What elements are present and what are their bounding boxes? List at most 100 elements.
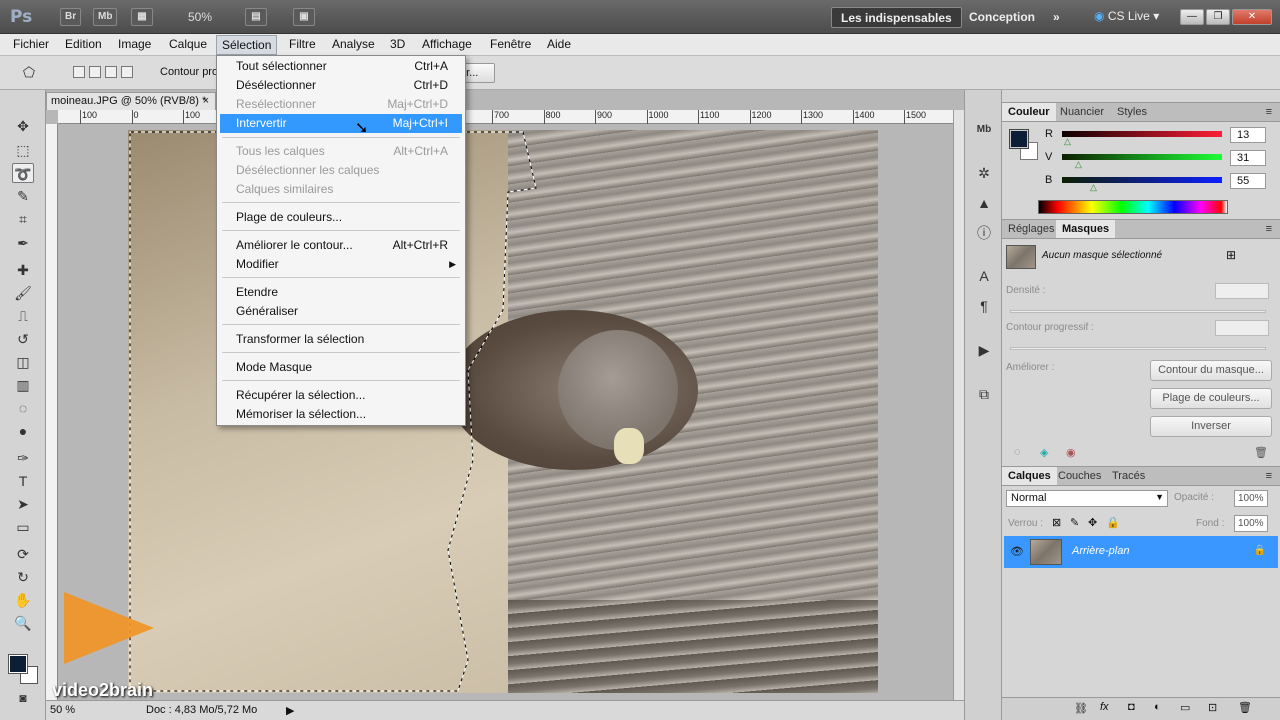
status-arrow-icon[interactable]: ▶ <box>286 704 294 717</box>
close-button[interactable]: ✕ <box>1232 9 1272 25</box>
eraser-tool-icon[interactable]: ◫ <box>12 352 34 372</box>
fill-value[interactable]: 100% <box>1234 515 1268 532</box>
hand-tool-icon[interactable]: ✋ <box>12 590 34 610</box>
menu-item-memoriser-selection[interactable]: Mémoriser la sélection... <box>220 405 462 424</box>
blur-tool-icon[interactable]: ◌ <box>12 398 34 418</box>
menu-item-ameliorer-contour[interactable]: Améliorer le contour... Alt+Ctrl+R <box>220 236 462 255</box>
3d-orbit-tool-icon[interactable]: ↻ <box>12 567 34 587</box>
gradient-tool-icon[interactable]: ▥ <box>12 375 34 395</box>
paragraph-panel-icon[interactable]: ¶ <box>973 296 995 316</box>
histogram-panel-icon[interactable]: ▲ <box>973 193 995 213</box>
lock-all-icon[interactable]: 🔒 <box>1106 516 1120 529</box>
arrange-documents-icon[interactable]: ▤ <box>245 8 267 26</box>
tab-couches[interactable]: Couches <box>1054 470 1105 482</box>
red-value[interactable]: 13 <box>1230 127 1266 143</box>
pen-tool-icon[interactable]: ✑ <box>12 448 34 468</box>
layer-style-icon[interactable]: fx <box>1100 701 1109 713</box>
menu-filtre[interactable]: Filtre <box>289 37 316 51</box>
shape-tool-icon[interactable]: ▭ <box>12 517 34 537</box>
document-tab[interactable]: moineau.JPG @ 50% (RVB/8) * × <box>46 92 216 110</box>
menu-item-deselectionner[interactable]: Désélectionner Ctrl+D <box>220 76 462 95</box>
menu-item-tout-selectionner[interactable]: Tout sélectionner Ctrl+A <box>220 57 462 76</box>
red-slider-thumb-icon[interactable]: △ <box>1064 136 1071 147</box>
eyedropper-tool-icon[interactable]: ✒ <box>12 233 34 253</box>
view-extras-icon[interactable]: ▦ <box>131 8 153 26</box>
add-mask-icon[interactable]: ⊞ <box>1226 248 1236 262</box>
densite-slider[interactable] <box>1010 310 1266 313</box>
close-document-icon[interactable]: × <box>203 95 209 107</box>
add-selection-icon[interactable] <box>89 66 101 78</box>
menu-edition[interactable]: Edition <box>65 37 102 51</box>
menu-3d[interactable]: 3D <box>390 37 405 51</box>
minimize-button[interactable]: — <box>1180 9 1204 25</box>
brush-tool-icon[interactable]: 🖌 <box>12 283 34 303</box>
visibility-eye-icon[interactable]: 👁 <box>1010 545 1024 558</box>
workspace-conception[interactable]: Conception <box>960 7 1044 28</box>
crop-tool-icon[interactable]: ⌗ <box>12 209 34 229</box>
color-spectrum[interactable] <box>1038 200 1228 214</box>
screen-mode-icon[interactable]: ▣ <box>293 8 315 26</box>
menu-item-reselectionner[interactable]: Resélectionner Maj+Ctrl+D <box>220 95 462 114</box>
menu-item-modifier[interactable]: Modifier ▶ <box>220 255 462 274</box>
tab-masques[interactable]: Masques <box>1056 220 1116 238</box>
menu-item-deselectionner-calques[interactable]: Désélectionner les calques <box>220 161 462 180</box>
move-tool-icon[interactable]: ✥ <box>12 116 34 136</box>
foreground-color-swatch[interactable] <box>1009 129 1029 149</box>
dodge-tool-icon[interactable]: ● <box>12 421 34 441</box>
menu-aide[interactable]: Aide <box>547 37 571 51</box>
opacity-value[interactable]: 100% <box>1234 490 1268 507</box>
menu-affichage[interactable]: Affichage <box>422 37 472 51</box>
load-selection-icon[interactable]: ◌ <box>1014 446 1021 458</box>
zoom-level[interactable]: 50% <box>188 10 212 24</box>
menu-item-recuperer-selection[interactable]: Récupérer la sélection... <box>220 386 462 405</box>
lock-pixels-icon[interactable]: ✎ <box>1070 516 1079 529</box>
type-tool-icon[interactable]: T <box>12 471 34 491</box>
character-panel-icon[interactable]: A <box>973 266 995 286</box>
new-selection-icon[interactable] <box>73 66 85 78</box>
menu-fichier[interactable]: Fichier <box>13 37 49 51</box>
menu-fenetre[interactable]: Fenêtre <box>490 37 531 51</box>
tab-couleur[interactable]: Couleur <box>1002 103 1056 121</box>
tab-nuancier[interactable]: Nuancier <box>1056 106 1108 118</box>
subtract-selection-icon[interactable] <box>105 66 117 78</box>
blue-value[interactable]: 55 <box>1230 173 1266 189</box>
panel-menu-icon[interactable]: ≡ <box>1262 106 1276 118</box>
workspace-les-indispensables[interactable]: Les indispensables <box>831 7 962 28</box>
healing-brush-tool-icon[interactable]: ✚ <box>12 260 34 280</box>
history-panel-icon[interactable]: ⧉ <box>973 384 995 404</box>
maximize-button[interactable]: ❐ <box>1206 9 1230 25</box>
bridge-button[interactable]: Br <box>60 8 82 26</box>
new-layer-icon[interactable]: ⊡ <box>1208 701 1217 714</box>
layer-row[interactable]: 👁 Arrière-plan 🔒 <box>1004 536 1278 568</box>
contour-progressif-field[interactable] <box>1215 320 1269 336</box>
history-brush-tool-icon[interactable]: ↺ <box>12 329 34 349</box>
red-slider[interactable] <box>1062 131 1222 137</box>
menu-item-tous-les-calques[interactable]: Tous les calques Alt+Ctrl+A <box>220 142 462 161</box>
intersect-selection-icon[interactable] <box>121 66 133 78</box>
lasso-tool-icon[interactable]: ➰ <box>12 163 34 183</box>
blend-mode-select[interactable]: Normal ▼ <box>1006 490 1168 507</box>
tab-calques[interactable]: Calques <box>1002 467 1057 485</box>
zoom-tool-icon[interactable]: 🔍 <box>12 613 34 633</box>
plage-de-couleurs-button[interactable]: Plage de couleurs... <box>1150 388 1272 409</box>
3d-rotate-tool-icon[interactable]: ⟳ <box>12 544 34 564</box>
foreground-color-swatch[interactable] <box>8 654 28 674</box>
menu-item-etendre[interactable]: Etendre <box>220 283 462 302</box>
mini-bridge-panel-icon[interactable]: Mb <box>973 120 995 140</box>
inverser-button[interactable]: Inverser <box>1150 416 1272 437</box>
info-panel-icon[interactable]: ⓘ <box>973 223 995 243</box>
menu-item-transformer-selection[interactable]: Transformer la sélection <box>220 330 462 349</box>
blue-slider[interactable] <box>1062 177 1222 183</box>
clone-stamp-tool-icon[interactable]: ⎍ <box>12 306 34 326</box>
marquee-tool-icon[interactable]: ⬚ <box>12 140 34 160</box>
cs-live-menu[interactable]: ◉ CS Live ▾ <box>1094 9 1159 23</box>
menu-selection[interactable]: Sélection <box>216 35 278 55</box>
actions-panel-icon[interactable]: ▶ <box>973 340 995 360</box>
layer-name[interactable]: Arrière-plan <box>1072 545 1129 557</box>
navigator-panel-icon[interactable]: ✲ <box>973 163 995 183</box>
menu-calque[interactable]: Calque <box>169 37 207 51</box>
panel-menu-icon[interactable]: ≡ <box>1262 470 1276 482</box>
green-slider-thumb-icon[interactable]: △ <box>1075 159 1082 170</box>
quick-selection-tool-icon[interactable]: ✎ <box>12 186 34 206</box>
tab-traces[interactable]: Tracés <box>1108 470 1149 482</box>
